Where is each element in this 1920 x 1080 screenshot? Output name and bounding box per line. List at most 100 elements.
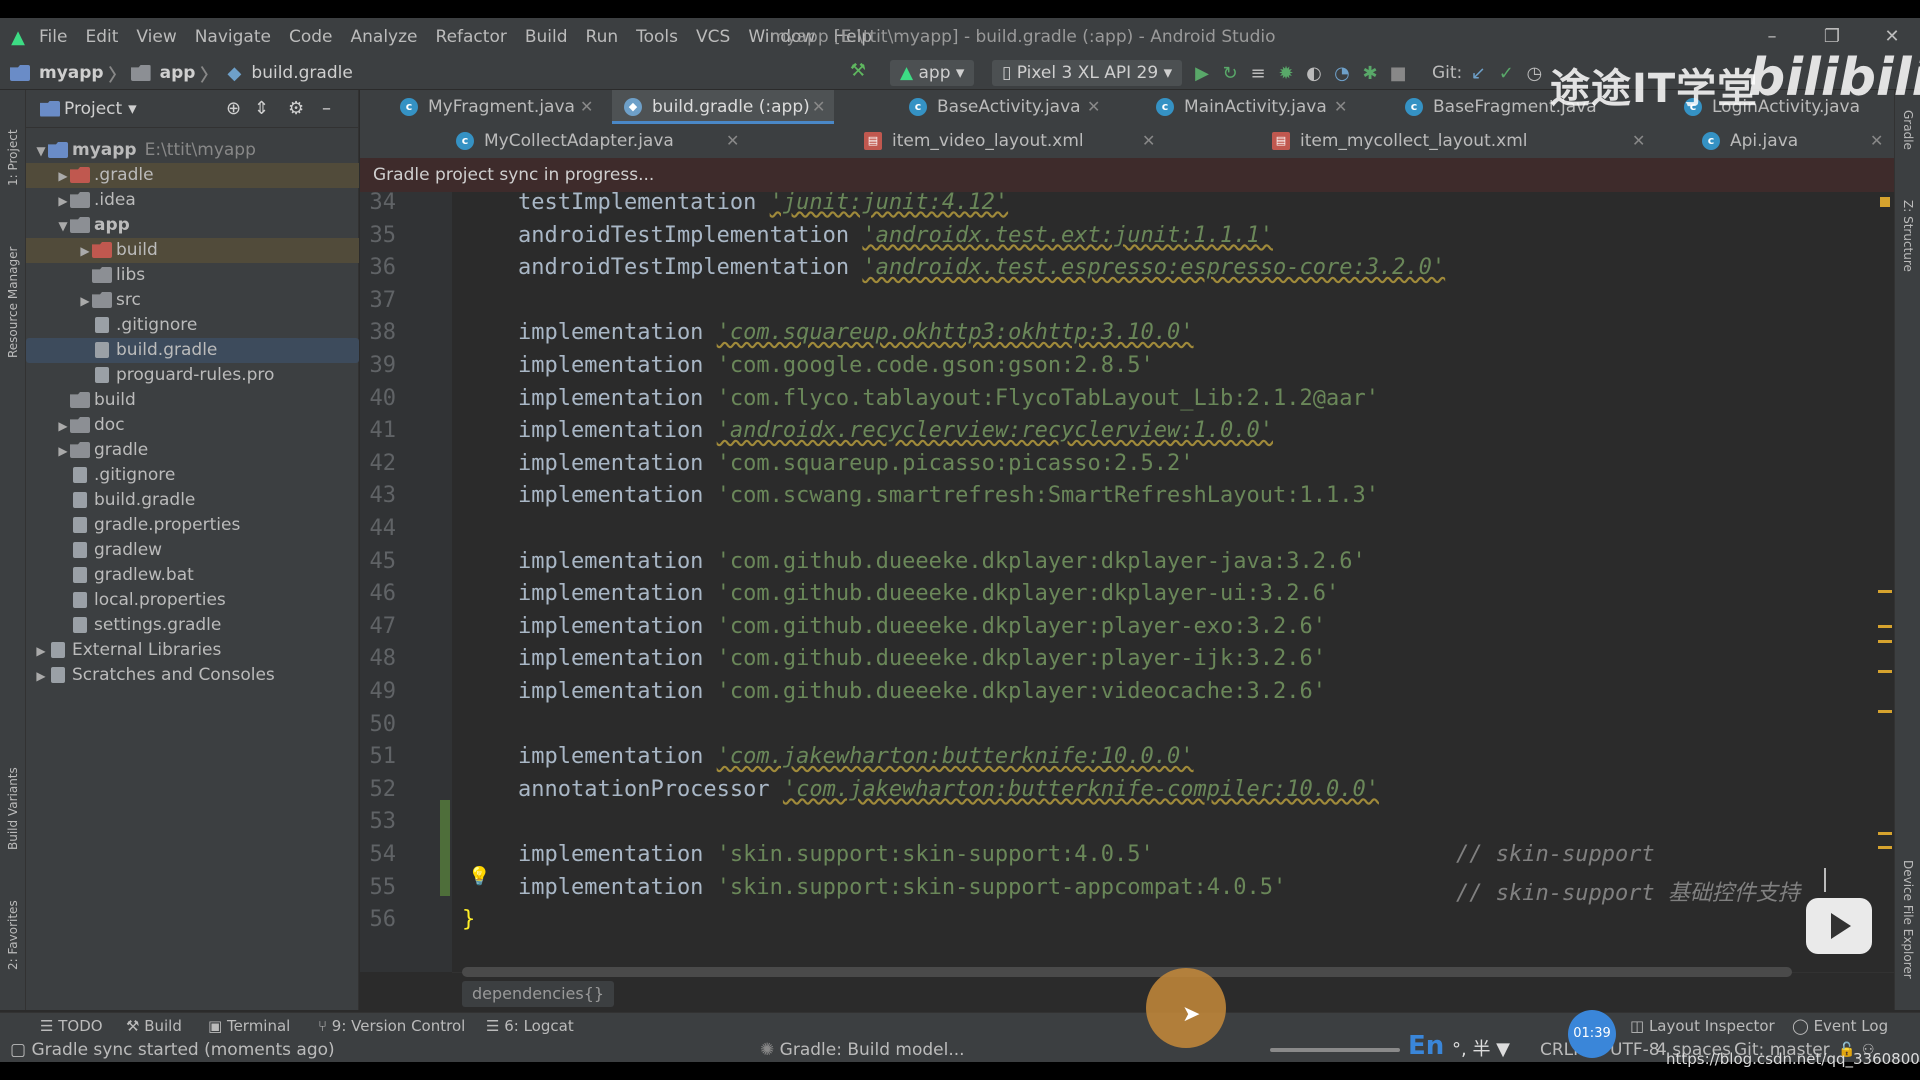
tree-item[interactable]: build.gradle [26, 338, 359, 363]
chevron-down-icon[interactable]: ▾ [128, 99, 137, 119]
code-line[interactable]: androidTestImplementation 'androidx.test… [518, 223, 1273, 248]
tool-terminal[interactable]: ▣ Terminal [208, 1013, 290, 1039]
code-line[interactable]: implementation 'skin.support:skin-suppor… [518, 875, 1286, 900]
tree-item[interactable]: gradlew [26, 538, 359, 563]
tree-item[interactable]: ▶ src [26, 288, 359, 313]
tab-api[interactable]: c Api.java ✕ [1690, 124, 1890, 158]
tab-item-mycollect-layout[interactable]: ▤ item_mycollect_layout.xml ✕ [1260, 124, 1650, 158]
code-line[interactable]: implementation 'com.squareup.picasso:pic… [518, 451, 1194, 476]
error-stripe-mark[interactable] [1878, 590, 1892, 593]
file-encoding[interactable]: UTF-8 [1610, 1038, 1660, 1062]
close-icon[interactable]: ✕ [580, 90, 593, 124]
tree-item[interactable]: ▶ build [26, 238, 359, 263]
tool-event-log[interactable]: ◯ Event Log [1792, 1013, 1888, 1039]
expand-right-icon[interactable]: ▶ [56, 414, 70, 439]
error-stripe-mark[interactable] [1878, 625, 1892, 628]
horizontal-scrollbar[interactable] [462, 967, 1792, 977]
close-icon[interactable]: ✕ [1334, 90, 1347, 124]
git-update-icon[interactable]: ↙ [1466, 63, 1490, 84]
tree-item[interactable]: ▼ app [26, 213, 359, 238]
error-stripe-mark[interactable] [1878, 846, 1892, 849]
code-line[interactable]: implementation 'androidx.recyclerview:re… [518, 418, 1273, 443]
tree-item[interactable]: ▶ gradle [26, 438, 359, 463]
tool-stripe-favorites[interactable]: 2: Favorites [6, 900, 20, 970]
lightbulb-icon[interactable]: 💡 [468, 866, 490, 887]
tool-stripe-resource-manager[interactable]: Resource Manager [6, 247, 20, 358]
code-line[interactable]: implementation 'com.squareup.okhttp3:okh… [518, 320, 1194, 345]
menu-build[interactable]: Build [516, 18, 577, 56]
error-stripe-mark[interactable] [1878, 670, 1892, 673]
tab-build-gradle-app[interactable]: ◆ build.gradle (:app) ✕ [612, 90, 834, 124]
profile-icon[interactable]: ◔ [1330, 63, 1354, 84]
breadcrumb-project[interactable]: myapp [39, 63, 104, 83]
code-line[interactable]: implementation 'com.flyco.tablayout:Flyc… [518, 386, 1379, 411]
tool-stripe-structure[interactable]: Z: Structure [1901, 200, 1915, 272]
code-line[interactable]: implementation 'com.jakewharton:butterkn… [518, 744, 1194, 769]
tab-mainactivity[interactable]: c MainActivity.java ✕ [1144, 90, 1354, 124]
project-view-select[interactable]: Project [64, 99, 122, 119]
tree-item[interactable]: .gitignore [26, 313, 359, 338]
tree-item[interactable]: ▼ myapp E:\ttit\myapp [26, 138, 359, 163]
tree-item[interactable]: ▶ .gradle [26, 163, 359, 188]
close-icon[interactable]: ✕ [812, 90, 825, 124]
background-task[interactable]: ✺ Gradle: Build model... [760, 1038, 965, 1062]
code-line[interactable]: implementation 'com.github.dueeeke.dkpla… [518, 646, 1326, 671]
tool-stripe-device-file-explorer[interactable]: Device File Explorer [1901, 860, 1915, 979]
play-icon[interactable] [1806, 898, 1872, 954]
menu-file[interactable]: File [30, 18, 76, 56]
menu-run[interactable]: Run [577, 18, 628, 56]
run-config-select[interactable]: ▲ app ▾ [890, 60, 975, 86]
close-icon[interactable]: ✕ [1087, 90, 1100, 124]
code-line[interactable]: annotationProcessor 'com.jakewharton:but… [518, 777, 1379, 802]
apply-changes-icon[interactable]: ↻ [1218, 63, 1242, 84]
tree-item[interactable]: ▶ Scratches and Consoles [26, 663, 359, 688]
code-line[interactable]: implementation 'skin.support:skin-suppor… [518, 842, 1154, 867]
tree-item[interactable]: gradlew.bat [26, 563, 359, 588]
menu-vcs[interactable]: VCS [687, 18, 739, 56]
breadcrumb-file[interactable]: build.gradle [251, 63, 352, 83]
tree-item[interactable]: build.gradle [26, 488, 359, 513]
code-line[interactable]: androidTestImplementation 'androidx.test… [518, 255, 1445, 280]
ime-indicator[interactable]: En [1408, 1033, 1444, 1059]
tree-item[interactable]: ▶ .idea [26, 188, 359, 213]
git-commit-icon[interactable]: ✓ [1494, 63, 1518, 84]
close-icon[interactable]: ✕ [1632, 124, 1645, 158]
menu-code[interactable]: Code [280, 18, 342, 56]
tree-item[interactable]: ▶ doc [26, 413, 359, 438]
tool-build[interactable]: ⚒ Build [126, 1013, 182, 1039]
tool-stripe-build-variants[interactable]: Build Variants [6, 767, 20, 850]
git-history-icon[interactable]: ◷ [1522, 63, 1546, 84]
close-icon[interactable]: ✕ [1870, 124, 1883, 158]
debug-icon[interactable]: ✹ [1274, 63, 1298, 84]
tree-item[interactable]: ▶ External Libraries [26, 638, 359, 663]
expand-right-icon[interactable]: ▶ [56, 189, 70, 214]
code-line[interactable]: implementation 'com.google.code.gson:gso… [518, 353, 1154, 378]
expand-right-icon[interactable]: ▶ [56, 439, 70, 464]
status-message[interactable]: ▢ Gradle sync started (moments ago) [10, 1038, 335, 1062]
run-icon[interactable]: ▶ [1190, 63, 1214, 84]
expand-right-icon[interactable]: ▶ [34, 639, 48, 664]
menu-navigate[interactable]: Navigate [186, 18, 280, 56]
error-stripe-mark[interactable] [1878, 832, 1892, 835]
gear-icon[interactable]: ⚙ [288, 98, 304, 119]
tree-item[interactable]: proguard-rules.pro [26, 363, 359, 388]
tool-logcat[interactable]: ☰ 6: Logcat [486, 1013, 574, 1039]
error-stripe-mark[interactable] [1878, 640, 1892, 643]
menu-analyze[interactable]: Analyze [342, 18, 427, 56]
expand-right-icon[interactable]: ▶ [34, 664, 48, 689]
code-line[interactable]: } [462, 907, 475, 932]
code-line[interactable]: implementation 'com.github.dueeeke.dkpla… [518, 614, 1326, 639]
tree-item[interactable]: settings.gradle [26, 613, 359, 638]
expand-down-icon[interactable]: ▼ [34, 139, 48, 164]
menu-edit[interactable]: Edit [76, 18, 127, 56]
breadcrumb-module[interactable]: app [160, 63, 196, 83]
locate-icon[interactable]: ⊕ [226, 98, 241, 119]
tab-baseactivity[interactable]: c BaseActivity.java ✕ [897, 90, 1107, 124]
expand-right-icon[interactable]: ▶ [56, 164, 70, 189]
coverage-icon[interactable]: ◐ [1302, 63, 1326, 84]
tool-todo[interactable]: ☰ TODO [40, 1013, 103, 1039]
collapse-all-icon[interactable]: ⇕ [254, 98, 269, 119]
stop-icon[interactable]: ■ [1386, 63, 1410, 84]
menu-tools[interactable]: Tools [627, 18, 687, 56]
menu-refactor[interactable]: Refactor [427, 18, 516, 56]
